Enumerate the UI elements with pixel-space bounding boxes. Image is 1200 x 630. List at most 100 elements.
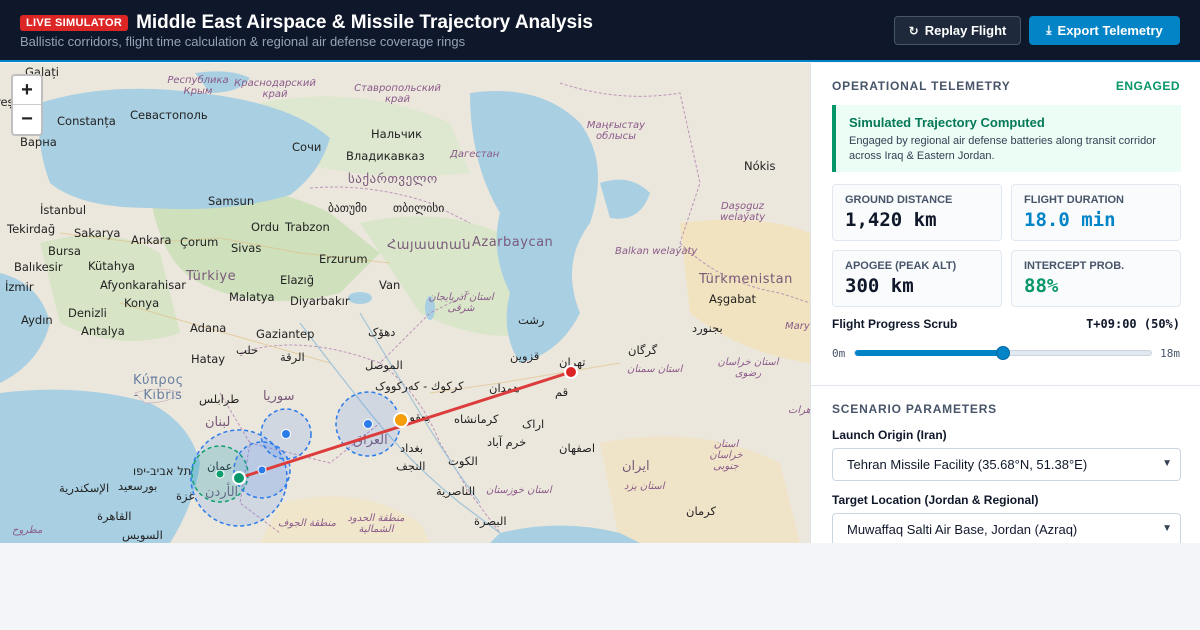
- label-bojnurd: بجنورد: [692, 321, 723, 335]
- export-telemetry-label: Export Telemetry: [1057, 23, 1163, 38]
- download-icon: ⤓: [1046, 23, 1052, 37]
- alert-title: Simulated Trajectory Computed: [849, 115, 1045, 130]
- progress-thumb[interactable]: [996, 346, 1010, 360]
- label-georgia: საქართველო: [348, 172, 438, 187]
- label-khorramabad: خرم آباد: [487, 435, 527, 449]
- label-jouf: منطقة الجوف: [278, 518, 336, 529]
- label-rasht: رشت: [518, 313, 545, 327]
- label-turkiye: Türkiye: [186, 269, 237, 284]
- scrub-min-label: 0m: [832, 347, 846, 360]
- label-constanta: Constanța: [57, 114, 116, 128]
- label-matruh: مطروح: [12, 525, 43, 536]
- label-tehran: تهران: [559, 355, 586, 369]
- target-location-value: Muwaffaq Salti Air Base, Jordan (Azraq): [847, 522, 1078, 537]
- target-location-select[interactable]: Muwaffaq Salti Air Base, Jordan (Azraq) …: [832, 513, 1181, 543]
- title-row: LIVE SIMULATOR Middle East Airspace & Mi…: [20, 12, 593, 34]
- label-basra: البصرة: [474, 514, 507, 528]
- page-subtitle: Ballistic corridors, flight time calcula…: [20, 34, 466, 49]
- label-syria: سوريا: [263, 389, 295, 404]
- label-mangystau: Маңғыстау облысы: [586, 120, 646, 142]
- label-mosul: الموصل: [365, 358, 403, 372]
- label-khorasan-jonubi: استان خراسان جنوبی: [709, 439, 743, 472]
- label-gaziantep: Gaziantep: [256, 327, 315, 341]
- label-ankara: Ankara: [131, 233, 172, 247]
- launch-origin-select[interactable]: Tehran Missile Facility (35.68°N, 51.38°…: [832, 448, 1181, 481]
- page-title: Middle East Airspace & Missile Trajector…: [136, 12, 593, 33]
- label-krym: Республика Крым: [167, 75, 229, 97]
- ground-distance-value: 1,420 km: [845, 209, 937, 231]
- map-view[interactable]: Galați reș Республика Крым Краснодарский…: [0, 63, 810, 543]
- label-afyon: Afyonkarahisar: [100, 278, 186, 292]
- label-iraq: العراق: [353, 433, 388, 448]
- flight-duration-value: 18.0 min: [1024, 209, 1116, 231]
- label-kermanshah: كرمانشاه: [454, 412, 499, 426]
- progress-slider[interactable]: [854, 346, 1152, 360]
- intercept-value: 88%: [1024, 275, 1059, 297]
- trajectory-alert: Simulated Trajectory Computed Engaged by…: [832, 105, 1181, 172]
- zoom-out-button[interactable]: −: [13, 105, 41, 134]
- label-azarbayjan: استان آذربایجان شرقی: [428, 292, 494, 314]
- label-balkan: Balkan welaýaty: [615, 246, 698, 257]
- label-lebanon: لبنان: [205, 415, 231, 430]
- label-duhok: دهۆک: [368, 325, 396, 339]
- telemetry-sidebar: OPERATIONAL TELEMETRY ENGAGED Simulated …: [810, 63, 1200, 543]
- label-amman: عمان: [207, 459, 233, 473]
- label-hamadan: همدان: [489, 381, 520, 395]
- label-alexandria: الإسكندرية: [59, 481, 110, 495]
- label-qom: قم: [555, 385, 569, 399]
- label-kutahya: Kütahya: [88, 259, 135, 273]
- label-adana: Adana: [190, 321, 227, 335]
- label-izmir: İzmir: [5, 280, 34, 294]
- app-header: LIVE SIMULATOR Middle East Airspace & Mi…: [0, 0, 1200, 62]
- label-vladikavkaz: Владикавказ: [346, 149, 425, 163]
- zoom-in-button[interactable]: +: [13, 76, 41, 105]
- label-krasnodar: Краснодарский край: [234, 78, 316, 100]
- scrub-time: T+09:00 (50%): [1086, 317, 1180, 331]
- scenario-heading: SCENARIO PARAMETERS: [832, 402, 997, 416]
- label-azerbaycan: Azarbaycan: [472, 235, 554, 250]
- label-varna: Варна: [20, 135, 57, 149]
- zoom-control: + −: [11, 74, 43, 136]
- chevron-down-icon: ▼: [1162, 458, 1172, 469]
- label-isfahan: اصفهان: [559, 441, 596, 455]
- lake-van: [348, 292, 372, 304]
- label-samsun: Samsun: [208, 194, 255, 208]
- label-balikesir: Balıkesir: [14, 260, 63, 274]
- telemetry-heading: OPERATIONAL TELEMETRY: [832, 79, 1011, 93]
- label-stavropol: Ставропольский край: [354, 83, 441, 105]
- label-armenia: Հայաստան: [387, 238, 471, 253]
- label-najaf: النجف: [396, 459, 426, 473]
- label-arak: اراک: [522, 417, 545, 431]
- label-van: Van: [379, 278, 401, 292]
- label-ashgabat: Aşgabat: [709, 292, 757, 306]
- label-trabzon: Trabzon: [285, 220, 330, 234]
- label-mary: Mary: [785, 321, 810, 332]
- ground-distance-label: GROUND DISTANCE: [845, 194, 953, 206]
- label-jordan: الأردن: [205, 485, 239, 500]
- label-erzurum: Erzurum: [319, 252, 368, 266]
- label-turkmenistan: Türkmenistan: [699, 272, 793, 287]
- label-kerman: کرمان: [686, 504, 716, 518]
- replay-flight-label: Replay Flight: [924, 23, 1007, 38]
- export-telemetry-button[interactable]: ⤓ Export Telemetry: [1029, 16, 1180, 45]
- label-ordu: Ordu: [251, 220, 280, 234]
- label-aleppo: حلب: [236, 343, 259, 357]
- label-antalya: Antalya: [81, 324, 125, 338]
- label-baqubah: بعقوبة: [400, 410, 430, 424]
- label-denizli: Denizli: [68, 306, 107, 320]
- label-gaza: غزة: [176, 489, 195, 503]
- ground-distance-card: GROUND DISTANCE 1,420 km: [832, 184, 1002, 241]
- flight-duration-card: FLIGHT DURATION 18.0 min: [1011, 184, 1181, 241]
- replay-flight-button[interactable]: ↻ Replay Flight: [894, 16, 1021, 45]
- label-baghdad: بغداد: [400, 441, 424, 455]
- label-kut: الكوت: [448, 454, 478, 468]
- label-sevastopol: Севастополь: [130, 108, 208, 122]
- engaged-status: ENGAGED: [1115, 79, 1180, 93]
- app-root: LIVE SIMULATOR Middle East Airspace & Mi…: [0, 0, 1200, 630]
- flight-duration-label: FLIGHT DURATION: [1024, 194, 1125, 206]
- apogee-card: APOGEE (PEAK ALT) 300 km: [832, 250, 1002, 307]
- scrub-max-label: 18m: [1160, 347, 1180, 360]
- label-tekirdag: Tekirdağ: [7, 222, 56, 236]
- label-gorgan: گرگان: [628, 343, 658, 357]
- label-raqqa: الرقة: [280, 350, 305, 364]
